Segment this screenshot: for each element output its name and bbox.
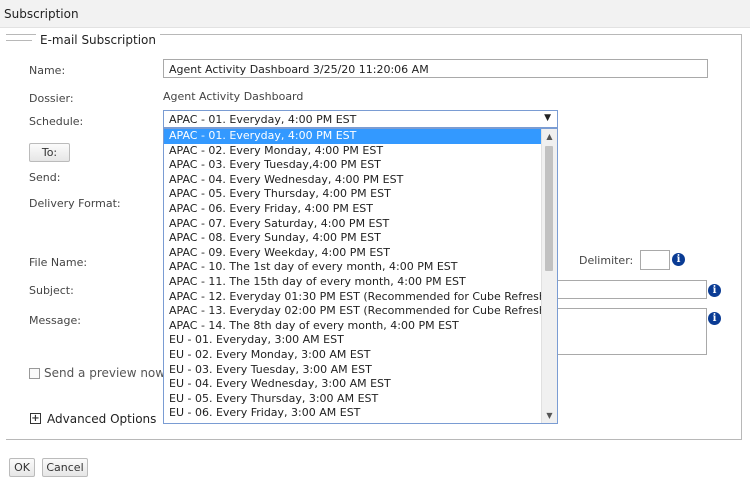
message-label: Message: [29,314,81,327]
schedule-option[interactable]: APAC - 08. Every Sunday, 4:00 PM EST [164,231,542,246]
message-input[interactable] [556,308,707,355]
window-title: Subscription [4,7,79,21]
schedule-option[interactable]: EU - 05. Every Thursday, 3:00 AM EST [164,392,542,407]
schedule-option[interactable]: APAC - 04. Every Wednesday, 4:00 PM EST [164,173,542,188]
schedule-dropdown-list[interactable]: APAC - 01. Everyday, 4:00 PM EST APAC - 0… [163,128,558,424]
schedule-option[interactable]: APAC - 02. Every Monday, 4:00 PM EST [164,144,542,159]
schedule-option[interactable]: APAC - 01. Everyday, 4:00 PM EST [164,129,542,144]
send-preview-label: Send a preview now [44,366,166,380]
name-value: Agent Activity Dashboard 3/25/20 11:20:0… [169,63,429,76]
dropdown-scrollbar[interactable]: ▲ ▼ [541,129,557,423]
info-icon[interactable]: i [708,284,721,297]
schedule-option[interactable]: APAC - 10. The 1st day of every month, 4… [164,260,542,275]
section-title: E-mail Subscription [36,33,160,47]
schedule-option[interactable]: APAC - 06. Every Friday, 4:00 PM EST [164,202,542,217]
schedule-option[interactable]: APAC - 07. Every Saturday, 4:00 PM EST [164,217,542,232]
delivery-format-label: Delivery Format: [29,197,121,210]
title-bar: Subscription [0,0,750,28]
chevron-down-icon[interactable]: ▼ [544,113,551,123]
schedule-option[interactable]: EU - 02. Every Monday, 3:00 AM EST [164,348,542,363]
scrollbar-thumb[interactable] [545,146,553,271]
info-icon[interactable]: i [672,253,685,266]
send-preview-checkbox[interactable] [29,368,40,379]
schedule-option[interactable]: APAC - 03. Every Tuesday,4:00 PM EST [164,158,542,173]
schedule-option[interactable]: APAC - 12. Everyday 01:30 PM EST (Recomm… [164,290,550,305]
delimiter-label: Delimiter: [579,254,634,267]
send-label: Send: [29,171,61,184]
advanced-options-toggle[interactable]: Advanced Options [47,412,156,426]
to-button[interactable]: To: [29,143,70,162]
dossier-value: Agent Activity Dashboard [163,90,304,103]
scroll-up-icon[interactable]: ▲ [542,129,557,144]
schedule-option[interactable]: APAC - 14. The 8th day of every month, 4… [164,319,542,334]
delimiter-input[interactable] [640,250,670,270]
schedule-label: Schedule: [29,115,84,128]
subject-input[interactable] [556,280,707,299]
schedule-option[interactable]: APAC - 11. The 15th day of every month, … [164,275,542,290]
dossier-label: Dossier: [29,92,74,105]
schedule-option[interactable]: EU - 04. Every Wednesday, 3:00 AM EST [164,377,542,392]
file-name-label: File Name: [29,256,88,269]
ok-button[interactable]: OK [9,458,35,477]
info-icon[interactable]: i [708,312,721,325]
schedule-option[interactable]: APAC - 05. Every Thursday, 4:00 PM EST [164,187,542,202]
schedule-option[interactable]: EU - 06. Every Friday, 3:00 AM EST [164,406,542,421]
schedule-select[interactable]: APAC - 01. Everyday, 4:00 PM EST ▼ [163,110,558,128]
name-label: Name: [29,64,66,77]
scroll-down-icon[interactable]: ▼ [542,408,557,423]
expand-icon[interactable]: + [30,413,41,424]
cancel-button[interactable]: Cancel [42,458,88,477]
schedule-option[interactable]: EU - 03. Every Tuesday, 3:00 AM EST [164,363,542,378]
section-divider [6,40,32,41]
schedule-option[interactable]: EU - 01. Everyday, 3:00 AM EST [164,333,542,348]
schedule-selected-value: APAC - 01. Everyday, 4:00 PM EST [169,113,357,126]
schedule-option[interactable]: APAC - 09. Every Weekday, 4:00 PM EST [164,246,542,261]
name-field[interactable]: Agent Activity Dashboard 3/25/20 11:20:0… [163,59,708,78]
subject-label: Subject: [29,284,74,297]
schedule-option[interactable]: APAC - 13. Everyday 02:00 PM EST (Recomm… [164,304,550,319]
